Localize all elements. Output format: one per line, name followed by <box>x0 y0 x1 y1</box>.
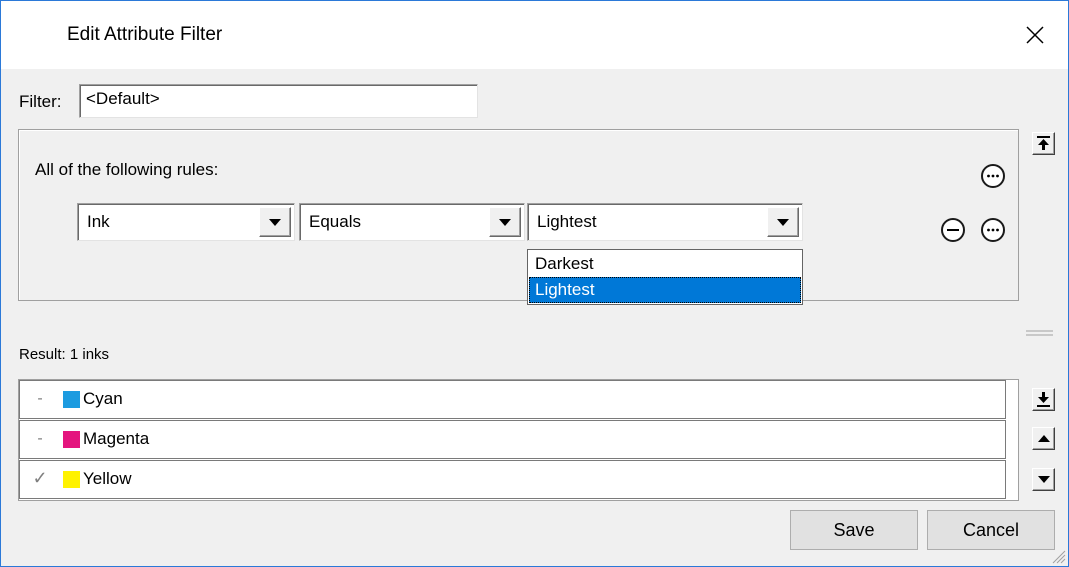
color-swatch <box>63 471 80 488</box>
chevron-down-icon <box>1037 476 1050 483</box>
attribute-dropdown-button[interactable] <box>259 207 291 237</box>
attribute-select-value: Ink <box>87 212 110 231</box>
status-mark: - <box>37 430 43 447</box>
value-dropdown-button[interactable] <box>767 207 799 237</box>
color-swatch <box>63 391 80 408</box>
close-icon <box>1026 26 1044 44</box>
move-up-button[interactable] <box>1032 427 1055 450</box>
chevron-down-icon <box>269 218 281 226</box>
value-dropdown-list: Darkest Lightest <box>527 249 803 305</box>
title-bar: Edit Attribute Filter <box>1 1 1068 69</box>
arrow-to-bottom-icon <box>1037 392 1050 407</box>
move-down-button[interactable] <box>1032 468 1055 491</box>
minus-icon <box>947 229 959 231</box>
operator-select-value: Equals <box>309 212 361 231</box>
dropdown-option-darkest[interactable]: Darkest <box>529 251 801 277</box>
move-to-bottom-button[interactable] <box>1032 388 1055 411</box>
remove-rule-button[interactable] <box>941 218 965 242</box>
collapse-top-button[interactable] <box>1032 132 1055 155</box>
more-icon <box>987 228 999 232</box>
dropdown-option-label: Darkest <box>535 254 594 273</box>
checkmark-icon: ✓ <box>32 468 48 488</box>
color-swatch <box>63 431 80 448</box>
arrow-to-top-icon <box>1037 136 1050 150</box>
filter-name-input[interactable]: <Default> <box>79 84 478 118</box>
more-icon <box>987 174 999 178</box>
value-select[interactable]: Lightest <box>527 203 803 241</box>
operator-dropdown-button[interactable] <box>489 207 521 237</box>
chevron-down-icon <box>499 218 511 226</box>
save-button[interactable]: Save <box>790 510 918 550</box>
splitter-handle[interactable] <box>1026 324 1053 336</box>
ink-name: Cyan <box>83 389 123 408</box>
list-item[interactable]: ✓ Yellow <box>19 460 1006 499</box>
grip-icon <box>1026 330 1053 336</box>
dialog-title: Edit Attribute Filter <box>67 24 223 45</box>
group-options-button[interactable] <box>981 164 1005 188</box>
operator-select[interactable]: Equals <box>299 203 525 241</box>
dropdown-option-lightest[interactable]: Lightest <box>529 277 801 303</box>
dialog-window: Edit Attribute Filter Filter: <Default> … <box>0 0 1069 567</box>
rules-group: All of the following rules: Ink Equals L… <box>18 129 1019 301</box>
value-select-value: Lightest <box>537 212 597 231</box>
dropdown-option-label: Lightest <box>535 280 595 299</box>
result-label: Result: 1 inks <box>19 346 110 363</box>
cancel-button[interactable]: Cancel <box>927 510 1055 550</box>
ink-name: Magenta <box>83 429 150 448</box>
ink-list: - Cyan - Magenta ✓ Yellow <box>18 379 1019 501</box>
rule-options-button[interactable] <box>981 218 1005 242</box>
rules-heading: All of the following rules: <box>35 160 219 179</box>
resize-grip-icon[interactable] <box>1050 548 1066 564</box>
attribute-select[interactable]: Ink <box>77 203 295 241</box>
chevron-up-icon <box>1037 435 1050 442</box>
list-item[interactable]: - Cyan <box>19 380 1006 419</box>
list-item[interactable]: - Magenta <box>19 420 1006 459</box>
filter-name-value: <Default> <box>86 89 160 108</box>
chevron-down-icon <box>777 218 789 226</box>
close-button[interactable] <box>1002 1 1068 69</box>
status-mark: - <box>37 390 43 407</box>
filter-label: Filter: <box>19 92 62 111</box>
ink-name: Yellow <box>83 469 132 488</box>
